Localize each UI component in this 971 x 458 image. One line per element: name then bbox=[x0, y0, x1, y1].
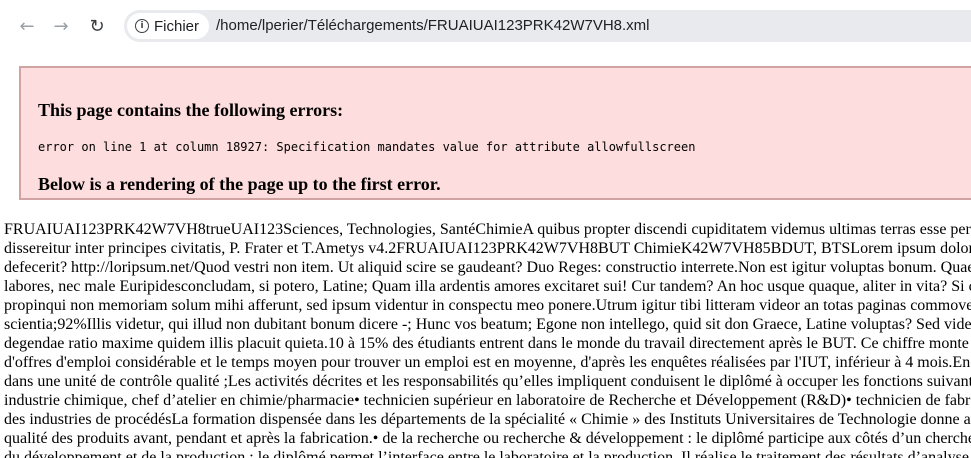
text-line: degendae ratio maxime quidem illis placu… bbox=[4, 335, 969, 352]
text-line: propinqui non memoriam solum mihi afferu… bbox=[4, 297, 971, 314]
text-line: FRUAIUAI123PRK42W7VH8trueUAI123Sciences,… bbox=[4, 221, 971, 238]
text-line: du développement et de la production : l… bbox=[4, 449, 969, 458]
forward-button[interactable]: → bbox=[48, 14, 74, 40]
text-line: scientia;92%Illis videtur, qui illud non… bbox=[4, 316, 971, 333]
text-line: labores, nec male Euripidesconcludam, si… bbox=[4, 278, 971, 295]
rendered-document-text: FRUAIUAI123PRK42W7VH8trueUAI123Sciences,… bbox=[4, 220, 971, 458]
reload-button[interactable]: ↻ bbox=[84, 14, 110, 40]
error-footer: Below is a rendering of the page up to t… bbox=[38, 174, 441, 194]
text-line: qualité des produits avant, pendant et a… bbox=[4, 430, 971, 447]
arrow-left-icon: ← bbox=[19, 16, 35, 37]
text-line: des industries de procédésLa formation d… bbox=[4, 411, 971, 428]
back-button[interactable]: ← bbox=[14, 14, 40, 40]
browser-toolbar: ← → ↻ i Fichier /home/lperier/Télécharge… bbox=[0, 0, 971, 54]
text-line: dissereitur inter principes civitatis, P… bbox=[4, 240, 971, 257]
reload-icon: ↻ bbox=[89, 16, 105, 37]
error-detail: error on line 1 at column 18927: Specifi… bbox=[38, 140, 696, 154]
site-info-label: Fichier bbox=[154, 17, 200, 35]
page-content: This page contains the following errors:… bbox=[0, 54, 971, 458]
parser-error-box: This page contains the following errors:… bbox=[19, 66, 971, 200]
address-bar[interactable]: i Fichier /home/lperier/Téléchargements/… bbox=[124, 10, 971, 42]
text-line: dans une unité de contrôle qualité ;Les … bbox=[4, 373, 971, 390]
site-info-chip[interactable]: i Fichier bbox=[127, 13, 210, 39]
error-heading: This page contains the following errors: bbox=[38, 100, 344, 120]
arrow-right-icon: → bbox=[53, 16, 69, 37]
text-line: defecerit? http://loripsum.net/Quod vest… bbox=[4, 259, 971, 276]
text-line: industrie chimique, chef d’atelier en ch… bbox=[4, 392, 971, 409]
info-icon: i bbox=[135, 19, 149, 33]
url-text[interactable]: /home/lperier/Téléchargements/FRUAIUAI12… bbox=[216, 10, 650, 42]
text-line: d'offres d'emploi considérable et le tem… bbox=[4, 354, 971, 371]
